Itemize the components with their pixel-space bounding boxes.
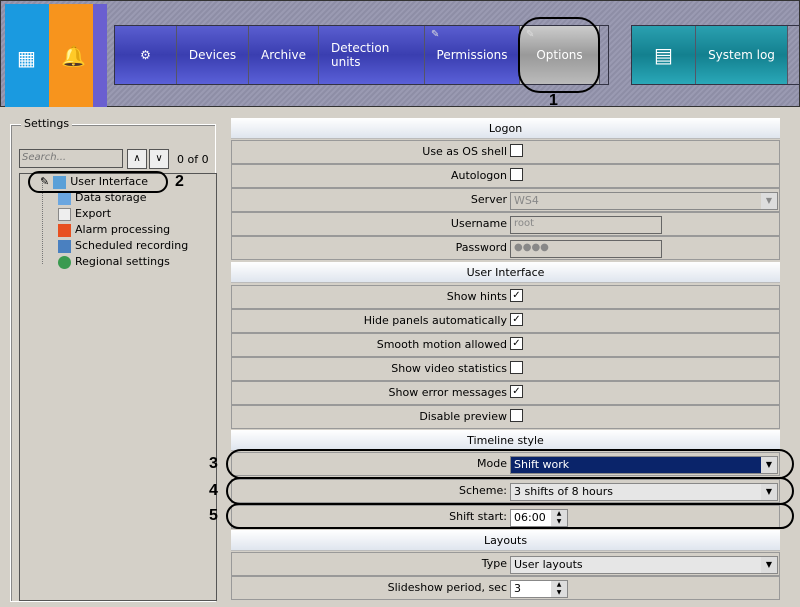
search-down-button[interactable]: ∨ [149,149,169,169]
chevron-down-icon: ▼ [761,557,777,573]
storage-icon [58,191,71,205]
row-autologon: Autologon [231,164,780,188]
annotation-oval-4 [226,477,794,505]
annotation-2: 2 [175,173,184,190]
annotation-oval-5 [226,503,794,529]
label: Type [481,557,507,570]
tab-label: Permissions [436,48,508,62]
label: Show hints [446,290,507,303]
windows-tile[interactable]: ▦ [5,4,49,107]
tab-permissions[interactable]: ✎ Permissions [425,26,520,84]
label: Use as OS shell [422,145,507,158]
video-stats-checkbox[interactable] [510,361,523,374]
section-timeline: Timeline style [231,430,780,451]
annotation-5: 5 [209,507,218,524]
password-field[interactable]: ●●●● [510,240,662,258]
autologon-checkbox[interactable] [510,168,523,181]
tree-item-export[interactable]: Export [58,206,111,222]
row-disable-preview: Disable preview [231,405,780,429]
pencil-icon: ✎ [431,29,440,40]
label: Slideshow period, sec [387,581,507,594]
tree-label: Alarm processing [75,223,171,236]
server-select[interactable]: WS4 ▼ [510,192,778,210]
tile-edge [93,4,107,107]
tree-item-scheduled-recording[interactable]: Scheduled recording [58,238,188,254]
annotation-oval-2 [28,171,168,193]
label: Show video statistics [391,362,507,375]
annotation-oval-3 [226,449,794,479]
row-password: Password ●●●● [231,236,780,260]
export-icon [58,207,71,221]
show-hints-checkbox[interactable]: ✓ [510,289,523,302]
label: Username [450,217,507,230]
row-hide-panels: Hide panels automatically ✓ [231,309,780,333]
tab-detection-units[interactable]: Detection units [319,26,425,84]
section-layouts: Layouts [231,530,780,551]
gears-icon[interactable]: ⚙ [115,26,177,84]
settings-title: Settings [21,117,73,130]
log-icon[interactable]: ▤ [632,26,696,84]
username-field[interactable]: root [510,216,662,234]
value: WS4 [514,194,539,207]
alarm-tile[interactable]: 🔔 [49,4,93,107]
row-username: Username root [231,212,780,236]
globe-icon [58,255,71,269]
label: Server [470,193,507,206]
os-shell-checkbox[interactable] [510,144,523,157]
bell-icon: 🔔 [61,44,86,68]
label: Disable preview [419,410,507,423]
top-panel: ▦ 🔔 ⚙ Devices Archive Detection units ✎ P… [0,0,800,107]
search-up-button[interactable]: ∧ [127,149,147,169]
value: 3 [514,582,521,595]
chevron-down-icon: ▼ [761,193,777,209]
search-count: 0 of 0 [177,153,209,166]
row-smooth-motion: Smooth motion allowed ✓ [231,333,780,357]
annotation-3: 3 [209,455,218,472]
alarm-icon [58,223,71,237]
system-log-bar: ▤ System log [631,25,800,85]
label: Smooth motion allowed [376,338,507,351]
settings-panel: Settings Search... ∧ ∨ 0 of 0 ✎ User Inte… [10,117,217,602]
section-user-interface: User Interface [231,262,780,283]
row-os-shell: Use as OS shell [231,140,780,164]
annotation-1: 1 [549,92,558,109]
row-show-hints: Show hints ✓ [231,285,780,309]
label: Password [455,241,507,254]
tab-devices[interactable]: Devices [177,26,249,84]
label: Show error messages [388,386,507,399]
tree-item-alarm-processing[interactable]: Alarm processing [58,222,170,238]
tree-label: Regional settings [75,255,170,268]
annotation-oval-1 [518,17,600,93]
tree-label: Export [75,207,112,220]
settings-tree: ✎ User Interface Data storage Export Alar… [19,173,217,601]
label: Hide panels automatically [363,314,507,327]
section-logon: Logon [231,118,780,139]
smooth-motion-checkbox[interactable]: ✓ [510,337,523,350]
spin-arrows-icon[interactable]: ▲ ▼ [551,581,567,597]
search-input[interactable]: Search... [19,149,123,168]
windows-icon: ▦ [17,46,36,70]
error-messages-checkbox[interactable]: ✓ [510,385,523,398]
row-error-messages: Show error messages ✓ [231,381,780,405]
tree-item-regional-settings[interactable]: Regional settings [58,254,170,270]
options-grid: Logon Use as OS shell Autologon Server WS… [231,117,781,602]
hide-panels-checkbox[interactable]: ✓ [510,313,523,326]
tree-label: Scheduled recording [75,239,189,252]
annotation-4: 4 [209,482,218,499]
tab-system-log[interactable]: System log [696,26,788,84]
row-type: Type User layouts ▼ [231,552,780,576]
tab-archive[interactable]: Archive [249,26,319,84]
label: Autologon [450,169,507,182]
value: User layouts [514,558,583,571]
slideshow-spinner[interactable]: 3 ▲ ▼ [510,580,568,598]
type-select[interactable]: User layouts ▼ [510,556,778,574]
row-video-stats: Show video statistics [231,357,780,381]
disable-preview-checkbox[interactable] [510,409,523,422]
row-server: Server WS4 ▼ [231,188,780,212]
schedule-icon [58,239,71,253]
row-slideshow: Slideshow period, sec 3 ▲ ▼ [231,576,780,600]
